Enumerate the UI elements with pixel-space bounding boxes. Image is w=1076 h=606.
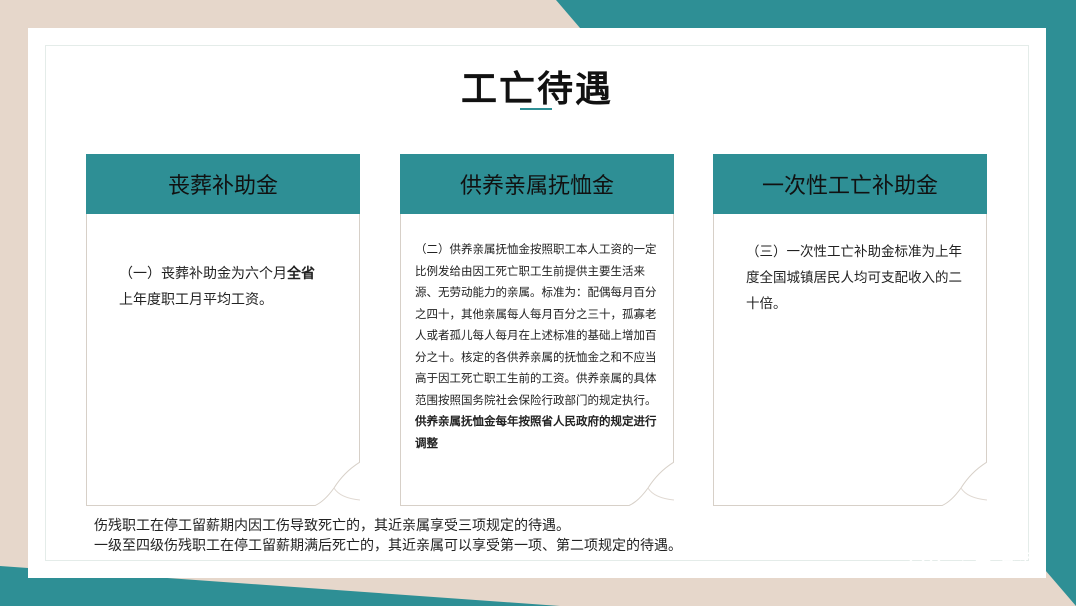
card-header: 丧葬补助金 bbox=[86, 154, 360, 214]
slide: 工亡待遇 丧葬补助金 （一）丧葬补助金为六个月全省 上年度职工月平均工资。 供养亲… bbox=[28, 28, 1046, 578]
watermark: 今日澄海 bbox=[908, 544, 1038, 576]
title-underline bbox=[520, 108, 552, 110]
card-header: 供养亲属抚恤金 bbox=[400, 154, 674, 214]
page-curl-icon bbox=[941, 462, 987, 506]
footnote-line: 伤残职工在停工留薪期内因工伤导致死亡的，其近亲属享受三项规定的待遇。 bbox=[94, 518, 570, 534]
card-body: （一）丧葬补助金为六个月全省 上年度职工月平均工资。 bbox=[101, 261, 345, 313]
slide-title: 工亡待遇 bbox=[460, 69, 613, 110]
card-text: 上年度职工月平均工资。 bbox=[119, 292, 273, 308]
card-text-bold: 全省 bbox=[287, 266, 315, 282]
card-dependent-pension: 供养亲属抚恤金 （二）供养亲属抚恤金按照职工本人工资的一定比例发给由因工死亡职工… bbox=[400, 154, 674, 506]
watermark-text: 今日澄海 bbox=[949, 550, 1038, 575]
page-curl-icon bbox=[314, 462, 360, 506]
card-header: 一次性工亡补助金 bbox=[713, 154, 987, 214]
wechat-icon bbox=[908, 547, 941, 573]
page-curl-icon bbox=[628, 462, 674, 506]
footnote-line: 一级至四级伤残职工在停工留薪期满后死亡的，其近亲属可以享受第一项、第二项规定的待… bbox=[94, 538, 682, 554]
card-text: （一）丧葬补助金为六个月 bbox=[119, 266, 287, 282]
card-text: （二）供养亲属抚恤金按照职工本人工资的一定比例发给由因工死亡职工生前提供主要生活… bbox=[415, 242, 657, 407]
card-text-bold: 供养亲属抚恤金每年按照省人民政府的规定进行调整 bbox=[415, 414, 657, 450]
card-body: （三）一次性工亡补助金标准为上年度全国城镇居民人均可支配收入的二十倍。 bbox=[746, 244, 962, 312]
card-lump-sum-subsidy: 一次性工亡补助金 （三）一次性工亡补助金标准为上年度全国城镇居民人均可支配收入的… bbox=[713, 154, 987, 506]
footnote: 伤残职工在停工留薪期内因工伤导致死亡的，其近亲属享受三项规定的待遇。 一级至四级… bbox=[94, 516, 682, 556]
card-funeral-subsidy: 丧葬补助金 （一）丧葬补助金为六个月全省 上年度职工月平均工资。 bbox=[86, 154, 360, 506]
card-body: （二）供养亲属抚恤金按照职工本人工资的一定比例发给由因工死亡职工生前提供主要生活… bbox=[415, 239, 659, 454]
